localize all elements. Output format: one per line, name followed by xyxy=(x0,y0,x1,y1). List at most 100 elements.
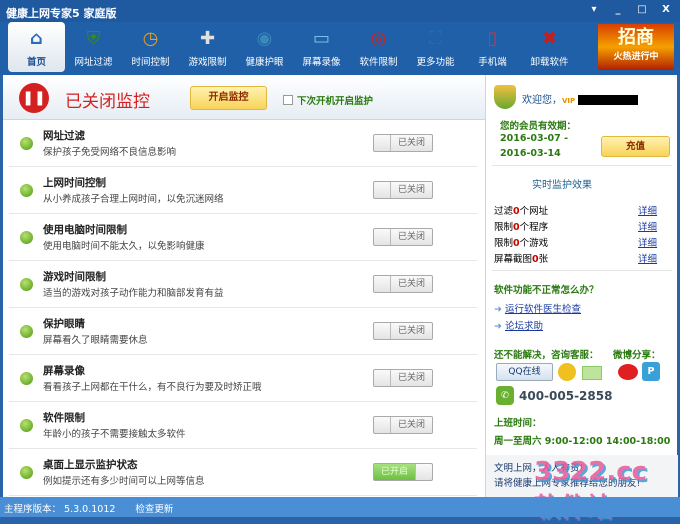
status-dot-icon xyxy=(20,137,33,150)
hours-label: 上班时间： xyxy=(494,418,542,429)
feature-toggle[interactable]: 已关闭 xyxy=(373,228,433,246)
toolbar-item-0[interactable]: ⌂ 首页 xyxy=(8,22,65,72)
recharge-button[interactable]: 充值 xyxy=(601,136,670,157)
effect-pre: 限制 xyxy=(494,222,514,233)
checkbox-box[interactable] xyxy=(283,95,293,105)
menu-button[interactable]: ▾ xyxy=(584,2,604,18)
main-toolbar: ⌂ 首页 ⛨ 网址过滤 ◷ 时间控制 ✚ 游戏限制 ◉ 健康护眼 ▭ 屏幕录像 ◎ 软件限制 ⛶ 更多功能 ▯ 手… xyxy=(0,22,680,75)
toolbar-item-9[interactable]: ✖ 卸载软件 xyxy=(521,22,578,72)
minimize-button[interactable]: _ xyxy=(608,2,628,18)
hotline-number: 400-005-2858 xyxy=(519,389,613,403)
share-p-icon[interactable]: P xyxy=(642,362,660,381)
toolbar-label: 游戏限制 xyxy=(188,57,227,68)
toolbar-item-4[interactable]: ◉ 健康护眼 xyxy=(236,22,293,72)
feature-row: 上网时间控制 从小养成孩子合理上网时间，以免沉迷网络 已关闭 xyxy=(9,167,477,214)
effect-post: 张 xyxy=(538,254,549,265)
validity-label: 您的会员有效期： xyxy=(500,121,577,132)
effect-detail-link[interactable]: 详细 xyxy=(638,251,657,265)
qq-online-button[interactable]: QQ在线 xyxy=(496,363,553,381)
effect-post: 个程序 xyxy=(519,222,549,233)
effect-detail-link[interactable]: 详细 xyxy=(638,219,657,233)
toggle-state: 已关闭 xyxy=(397,279,425,289)
effect-post: 个游戏 xyxy=(519,238,549,249)
toolbar-label: 首页 xyxy=(26,57,46,68)
feature-title: 软件限制 xyxy=(43,412,85,424)
status-dot-icon xyxy=(20,419,33,432)
check-update-link[interactable]: 检查更新 xyxy=(135,501,173,515)
feature-row: 屏幕录像 看看孩子上网都在干什么，有不良行为要及时矫正哦 已关闭 xyxy=(9,355,477,402)
start-monitor-button[interactable]: 开启监控 xyxy=(190,86,267,110)
feature-row: 游戏时间限制 适当的游戏对孩子动作能力和脑部发育有益 已关闭 xyxy=(9,261,477,308)
maximize-button[interactable]: □ xyxy=(632,2,652,18)
feature-toggle[interactable]: 已关闭 xyxy=(373,416,433,434)
mail-icon[interactable] xyxy=(582,366,602,380)
toolbar-label: 更多功能 xyxy=(416,57,455,68)
effect-pre: 过滤 xyxy=(494,206,514,217)
account-panel: 欢迎您，VIP 您的会员有效期： 2016-03-07 - 2016-03-14… xyxy=(485,75,678,523)
feature-toggle[interactable]: 已关闭 xyxy=(373,134,433,152)
more-grid-icon: ⛶ xyxy=(429,27,442,49)
status-dot-icon xyxy=(20,466,33,479)
feature-toggle[interactable]: 已关闭 xyxy=(373,369,433,387)
effect-detail-link[interactable]: 详细 xyxy=(638,203,657,217)
toolbar-item-6[interactable]: ◎ 软件限制 xyxy=(350,22,407,72)
arrow-icon: ➜ xyxy=(494,321,505,332)
autostart-checkbox[interactable]: 下次开机开启监护 xyxy=(283,93,373,107)
home-icon: ⌂ xyxy=(30,27,43,49)
welcome-text: 欢迎您， xyxy=(522,95,562,106)
feature-title: 使用电脑时间限制 xyxy=(43,224,127,236)
toggle-state: 已关闭 xyxy=(397,232,425,242)
toolbar-item-2[interactable]: ◷ 时间控制 xyxy=(122,22,179,72)
close-button[interactable]: X xyxy=(656,2,676,18)
autostart-label: 下次开机开启监护 xyxy=(297,96,374,107)
toolbar-item-7[interactable]: ⛶ 更多功能 xyxy=(407,22,464,72)
phone-icon: ▯ xyxy=(487,27,498,49)
feature-title: 桌面上显示监护状态 xyxy=(43,459,138,471)
phone-icon: ✆ xyxy=(496,386,514,405)
toggle-state: 已关闭 xyxy=(397,420,425,430)
pause-icon: ❚❚ xyxy=(19,83,49,113)
toolbar-label: 卸载软件 xyxy=(530,57,569,68)
doctor-check-link[interactable]: 运行软件医生检查 xyxy=(505,304,581,315)
toolbar-label: 软件限制 xyxy=(359,57,398,68)
shield-icon: ⛨ xyxy=(86,27,101,49)
feature-title: 屏幕录像 xyxy=(43,365,85,377)
toolbar-item-3[interactable]: ✚ 游戏限制 xyxy=(179,22,236,72)
vip-shield-icon xyxy=(494,85,516,109)
feature-panel: ❚❚ 已关闭监控 开启监控 下次开机开启监护 网址过滤 保护孩子免受网络不良信息… xyxy=(3,75,485,497)
toolbar-label: 健康护眼 xyxy=(245,57,284,68)
effect-item: 屏幕截图0张 xyxy=(494,251,548,265)
toolbar-label: 屏幕录像 xyxy=(302,57,341,68)
feature-toggle[interactable]: 已关闭 xyxy=(373,275,433,293)
smiley-icon[interactable] xyxy=(558,363,576,381)
window-title: 健康上网专家5 家庭版 xyxy=(6,7,117,20)
toggle-state: 已开启 xyxy=(374,464,415,480)
validity-start: 2016-03-07 - xyxy=(500,133,569,144)
clock-icon: ◷ xyxy=(142,27,159,49)
monitor-header: ❚❚ 已关闭监控 开启监控 下次开机开启监护 xyxy=(3,75,485,120)
status-dot-icon xyxy=(20,325,33,338)
toolbar-item-5[interactable]: ▭ 屏幕录像 xyxy=(293,22,350,72)
effect-detail-link[interactable]: 详细 xyxy=(638,235,657,249)
ad-subtitle: 火热进行中 xyxy=(613,52,659,62)
arrow-icon: ➜ xyxy=(494,304,505,315)
eye-icon: ◉ xyxy=(256,27,273,49)
effect-count: 0 xyxy=(513,206,520,217)
feature-toggle[interactable]: 已关闭 xyxy=(373,322,433,340)
feature-desc: 例如提示还有多少时间可以上网等信息 xyxy=(43,476,205,487)
weibo-label: 微博分享： xyxy=(613,350,661,361)
feature-row: 保护眼睛 屏幕看久了眼睛需要休息 已关闭 xyxy=(9,308,477,355)
weibo-icon[interactable] xyxy=(618,364,638,380)
title-bar: 健康上网专家5 家庭版 ▾ _ □ X xyxy=(0,0,680,22)
feature-toggle[interactable]: 已开启 xyxy=(373,463,433,481)
feature-title: 上网时间控制 xyxy=(43,177,106,189)
forum-help-link[interactable]: 论坛求助 xyxy=(505,321,543,332)
monitor-icon: ▭ xyxy=(312,27,330,49)
effect-item: 过滤0个网址 xyxy=(494,203,548,217)
version-label: 主程序版本： xyxy=(4,504,62,515)
feature-toggle[interactable]: 已关闭 xyxy=(373,181,433,199)
ad-banner[interactable]: 招商 火热进行中 xyxy=(598,24,674,70)
toolbar-item-8[interactable]: ▯ 手机端 xyxy=(464,22,521,72)
feature-row: 软件限制 年龄小的孩子不需要接触太多软件 已关闭 xyxy=(9,402,477,449)
toolbar-item-1[interactable]: ⛨ 网址过滤 xyxy=(65,22,122,72)
